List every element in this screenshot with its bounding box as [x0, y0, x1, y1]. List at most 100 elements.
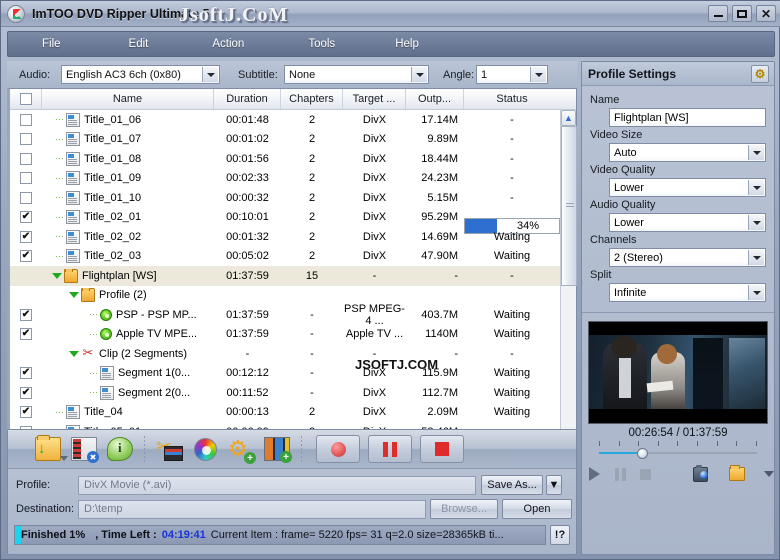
row-checkbox[interactable] — [20, 113, 32, 126]
table-row[interactable]: ⋯ Segment 2(0... 00:11:52 - DivX 112.7M Waitin… — [10, 383, 562, 403]
row-checkbox-cell[interactable] — [10, 133, 42, 146]
column-header-target[interactable]: Target ... — [343, 89, 406, 109]
video-preview[interactable] — [588, 321, 768, 424]
merge-button[interactable] — [259, 433, 295, 465]
video-size-select[interactable]: Auto — [609, 143, 766, 162]
table-row[interactable]: Profile (2) — [10, 286, 562, 306]
split-select[interactable]: Infinite — [609, 283, 766, 302]
gear-icon[interactable]: ⚙ — [751, 65, 769, 83]
open-snapshot-folder-button[interactable] — [729, 465, 745, 481]
add-profile-button[interactable]: ⚙ — [223, 433, 259, 465]
expand-caret-icon[interactable] — [52, 272, 62, 279]
row-checkbox[interactable] — [20, 133, 32, 146]
vertical-scroll-thumb[interactable] — [561, 126, 577, 286]
select-all-header[interactable] — [10, 89, 42, 109]
table-row[interactable]: ⋯ PSP - PSP MP... 01:37:59 - PSP MPEG-4 ... 4… — [10, 303, 562, 327]
maximize-button[interactable] — [732, 5, 752, 22]
save-as-dropdown-button[interactable]: ▼ — [546, 475, 562, 495]
row-checkbox-cell[interactable] — [10, 230, 42, 243]
row-checkbox[interactable] — [20, 152, 32, 165]
row-checkbox[interactable] — [20, 191, 32, 204]
table-row[interactable]: ⋯ Title_01_06 00:01:48 2 DivX 17.14M - — [10, 110, 562, 130]
channels-select[interactable]: 2 (Stereo) — [609, 248, 766, 267]
add-files-button[interactable] — [30, 433, 68, 465]
expand-caret-icon[interactable] — [69, 292, 79, 299]
remove-file-button[interactable] — [66, 433, 102, 465]
scroll-up-button[interactable]: ▲ — [561, 110, 576, 126]
table-row[interactable]: Flightplan [WS] 01:37:59 15 - - - — [10, 266, 562, 286]
table-row[interactable]: ⋯ Title_01_08 00:01:56 2 DivX 18.44M - — [10, 149, 562, 169]
destination-input[interactable]: D:\temp — [78, 499, 426, 519]
menu-action[interactable]: Action — [208, 38, 248, 50]
expand-caret-icon[interactable] — [69, 350, 79, 357]
file-info-button[interactable] — [102, 433, 138, 465]
row-checkbox[interactable] — [20, 172, 32, 185]
row-checkbox-cell[interactable] — [10, 406, 42, 419]
preview-seek-slider[interactable] — [599, 448, 757, 459]
subtitle-select[interactable]: None — [284, 65, 429, 84]
menu-edit[interactable]: Edit — [125, 38, 153, 50]
stop-button[interactable] — [639, 466, 653, 482]
row-checkbox[interactable] — [20, 211, 32, 224]
select-all-checkbox[interactable] — [19, 93, 32, 105]
column-header-status[interactable]: Status — [464, 89, 560, 109]
angle-select[interactable]: 1 — [476, 65, 548, 84]
column-header-output[interactable]: Outp... — [406, 89, 464, 109]
name-input[interactable]: Flightplan [WS] — [609, 108, 766, 127]
vertical-scrollbar[interactable]: ▲ ▼ — [560, 110, 577, 462]
row-checkbox-cell[interactable] — [10, 113, 42, 126]
chevron-down-icon[interactable] — [763, 471, 774, 477]
row-checkbox[interactable] — [20, 230, 32, 243]
seek-knob[interactable] — [636, 448, 648, 459]
table-row[interactable]: ⋯ Title_04 00:00:13 2 DivX 2.09M Waiting — [10, 403, 562, 423]
browse-button[interactable]: Browse... — [430, 499, 498, 519]
status-help-button[interactable]: !? — [550, 525, 570, 545]
column-header-name[interactable]: Name — [42, 89, 214, 109]
row-checkbox-cell[interactable] — [10, 152, 42, 165]
table-row[interactable]: ⋯ Title_02_02 00:01:32 2 DivX 14.69M Waiting — [10, 227, 562, 247]
row-checkbox-cell[interactable] — [10, 250, 42, 263]
row-checkbox-cell[interactable] — [10, 191, 42, 204]
menu-file[interactable]: File — [38, 38, 65, 50]
video-quality-select[interactable]: Lower — [609, 178, 766, 197]
table-row[interactable]: ⋯ Title_01_10 00:00:32 2 DivX 5.15M - — [10, 188, 562, 208]
column-header-duration[interactable]: Duration — [214, 89, 281, 109]
table-row[interactable]: ⋯ Apple TV MPE... 01:37:59 - Apple TV ... 114… — [10, 325, 562, 345]
row-checkbox[interactable] — [20, 328, 32, 341]
open-button[interactable]: Open — [502, 499, 572, 519]
pause-button[interactable] — [614, 466, 628, 482]
menu-help[interactable]: Help — [391, 38, 423, 50]
table-row[interactable]: ⋯ Title_01_07 00:01:02 2 DivX 9.89M - — [10, 130, 562, 150]
pause-encode-button[interactable] — [368, 435, 412, 463]
close-button[interactable]: ✕ — [756, 5, 776, 22]
audio-quality-select[interactable]: Lower — [609, 213, 766, 232]
table-row[interactable]: ⋯ Title_01_09 00:02:33 2 DivX 24.23M - — [10, 169, 562, 189]
menu-tools[interactable]: Tools — [304, 38, 339, 50]
row-checkbox[interactable] — [20, 250, 32, 263]
row-checkbox-cell[interactable] — [10, 172, 42, 185]
table-row[interactable]: ⋯ Title_02_03 00:05:02 2 DivX 47.90M Waiting — [10, 247, 562, 267]
row-checkbox[interactable] — [20, 386, 32, 399]
clip-button[interactable]: ✂ — [151, 433, 187, 465]
profile-select[interactable]: DivX Movie (*.avi) — [78, 475, 476, 495]
table-row[interactable]: ⋯Title_02_0100:10:012DivX95.29M34% — [10, 208, 562, 235]
row-checkbox-cell[interactable] — [10, 386, 42, 399]
row-checkbox-cell[interactable] — [10, 328, 42, 341]
stop-encode-button[interactable] — [420, 435, 464, 463]
table-row[interactable]: ⋯ Segment 1(0... 00:12:12 - DivX 115.9M Waitin… — [10, 364, 562, 384]
row-checkbox[interactable] — [20, 367, 32, 380]
column-header-chapters[interactable]: Chapters — [281, 89, 343, 109]
save-as-button[interactable]: Save As... — [481, 475, 543, 495]
row-checkbox[interactable] — [20, 308, 32, 321]
encode-button[interactable] — [316, 435, 360, 463]
row-checkbox-cell[interactable] — [10, 211, 42, 224]
table-row[interactable]: ✂ Clip (2 Segments) - - - - - — [10, 344, 562, 364]
row-checkbox-cell[interactable] — [10, 308, 42, 321]
effect-button[interactable] — [187, 433, 223, 465]
play-button[interactable] — [588, 466, 602, 482]
row-checkbox-cell[interactable] — [10, 367, 42, 380]
minimize-button[interactable] — [708, 5, 728, 22]
row-checkbox[interactable] — [20, 406, 32, 419]
snapshot-button[interactable] — [692, 464, 709, 482]
audio-select[interactable]: English AC3 6ch (0x80) — [61, 65, 220, 84]
